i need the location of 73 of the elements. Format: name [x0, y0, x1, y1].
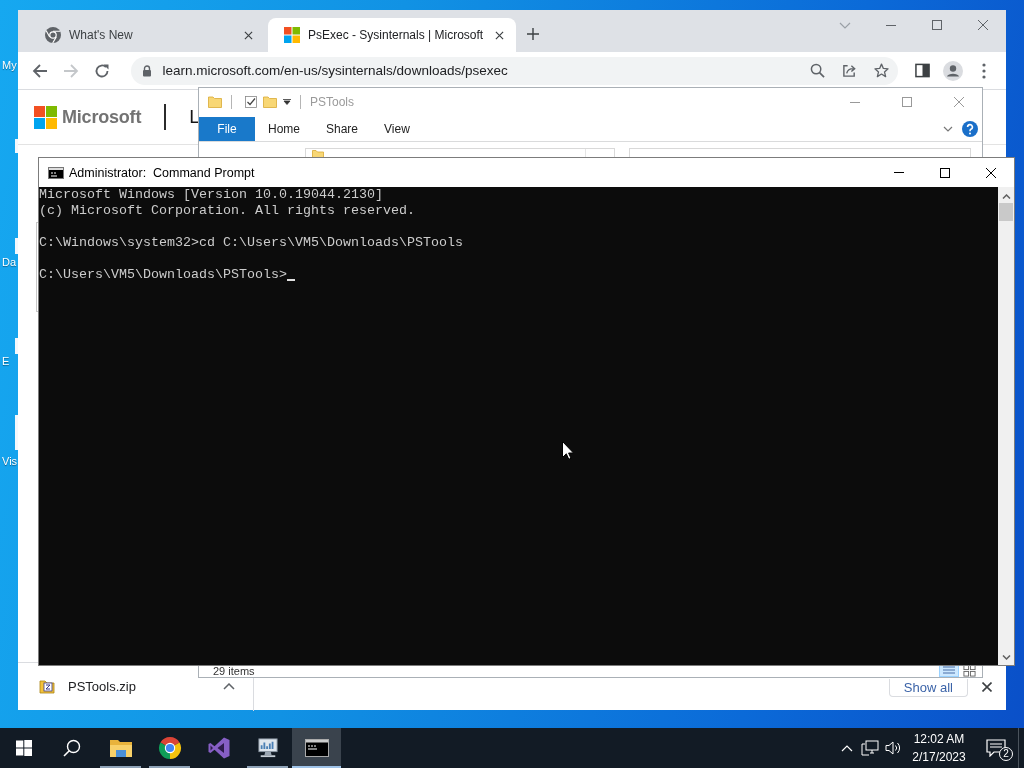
windows-logo-icon	[16, 740, 32, 756]
ribbon-tab[interactable]: View	[371, 116, 423, 141]
search-icon	[63, 739, 81, 757]
share-icon	[841, 63, 857, 78]
site-nav-link[interactable]: L	[189, 106, 200, 128]
minimize-icon	[850, 101, 860, 103]
maximize-icon	[902, 97, 912, 107]
network-icon	[860, 740, 879, 756]
close-icon[interactable]	[495, 30, 504, 40]
console-line: Microsoft Windows [Version 10.0.19044.2130]	[39, 187, 383, 203]
scroll-down-icon[interactable]	[1001, 655, 1011, 660]
dropdown-caret-icon[interactable]	[283, 99, 291, 105]
back-arrow-icon	[31, 62, 48, 79]
reload-icon	[93, 62, 110, 79]
scrollbar[interactable]	[998, 187, 1014, 665]
console-output[interactable]: Microsoft Windows [Version 10.0.19044.2130] (c) Microsoft Corporation. All rights reserved. C:\Windows\system32>cd C:\Users\VM5\Downloads\PSTools C:\Users\VM5\Downloads\PSTools>	[39, 187, 998, 665]
more-menu-icon	[982, 62, 987, 79]
close-icon	[954, 97, 964, 107]
side-panel-icon	[914, 63, 930, 78]
computer-chart-icon	[255, 738, 280, 758]
close-icon[interactable]	[244, 30, 253, 40]
folder-icon	[108, 738, 133, 758]
forward-arrow-icon	[62, 62, 79, 79]
window-title: PSTools	[310, 95, 355, 109]
four-squares-logo-icon[interactable]	[34, 105, 57, 129]
browser-logo-icon	[157, 736, 182, 760]
console-icon	[48, 166, 64, 179]
folder-icon	[312, 150, 324, 157]
maximize-icon	[940, 167, 950, 178]
four-squares-logo-icon	[284, 27, 300, 43]
scroll-up-icon[interactable]	[1001, 194, 1011, 199]
chevron-down-icon[interactable]	[943, 125, 953, 132]
close-icon	[978, 20, 988, 30]
ribbon-tab[interactable]: Home	[255, 116, 313, 141]
item-count: 29 items	[213, 665, 255, 677]
browser-tab[interactable]: What's New	[28, 18, 265, 52]
console-line: (c) Microsoft Corporation. All rights reserved.	[39, 203, 415, 219]
loop-logo-icon	[206, 736, 231, 760]
console-line: C:\Windows\system32>cd C:\Users\VM5\Downloads\PSTools	[39, 235, 463, 251]
console-icon	[304, 738, 329, 758]
show-all-button[interactable]: Show all	[888, 679, 968, 697]
notification-count: 2	[999, 747, 1013, 761]
tiles-view-icon[interactable]	[963, 664, 976, 677]
console-line: C:\Users\VM5\Downloads\PSTools>	[39, 267, 287, 283]
profile-avatar-icon	[943, 60, 964, 81]
search-icon	[809, 63, 825, 78]
taskbar-app-button[interactable]	[292, 728, 341, 768]
file-menu-button[interactable]: File	[199, 116, 255, 141]
close-icon	[986, 167, 996, 178]
chevron-up-icon	[840, 744, 853, 752]
speaker-icon	[884, 740, 901, 756]
clock[interactable]: 12:02 AM 2/17/2023	[904, 728, 974, 768]
address-bar[interactable]: learn.microsoft.com/en-us/sysinternals/downloads/psexec	[130, 56, 899, 85]
window-title: Administrator: Command Prompt	[69, 165, 255, 180]
scrollbar-thumb[interactable]	[999, 203, 1013, 221]
zip-file-icon	[39, 678, 55, 695]
chevron-down-icon	[839, 21, 851, 29]
brand-name[interactable]: Microsoft	[62, 106, 142, 128]
chevron-up-icon[interactable]	[223, 683, 235, 690]
close-icon[interactable]	[982, 681, 992, 692]
minimize-icon	[894, 172, 904, 173]
plus-icon	[527, 28, 539, 40]
minimize-icon	[886, 24, 896, 26]
action-center-button[interactable]: 2	[974, 728, 1018, 768]
ribbon-tab[interactable]: Share	[313, 116, 372, 141]
browser-logo-icon	[45, 27, 61, 43]
mouse-pointer-icon	[562, 441, 574, 460]
lock-icon	[141, 64, 152, 77]
help-icon[interactable]	[962, 120, 978, 137]
maximize-icon	[932, 20, 942, 30]
browser-tab[interactable]: PsExec - Sysinternals | Microsoft	[268, 18, 516, 52]
star-icon	[873, 63, 889, 78]
checkmark-icon[interactable]	[245, 96, 257, 108]
